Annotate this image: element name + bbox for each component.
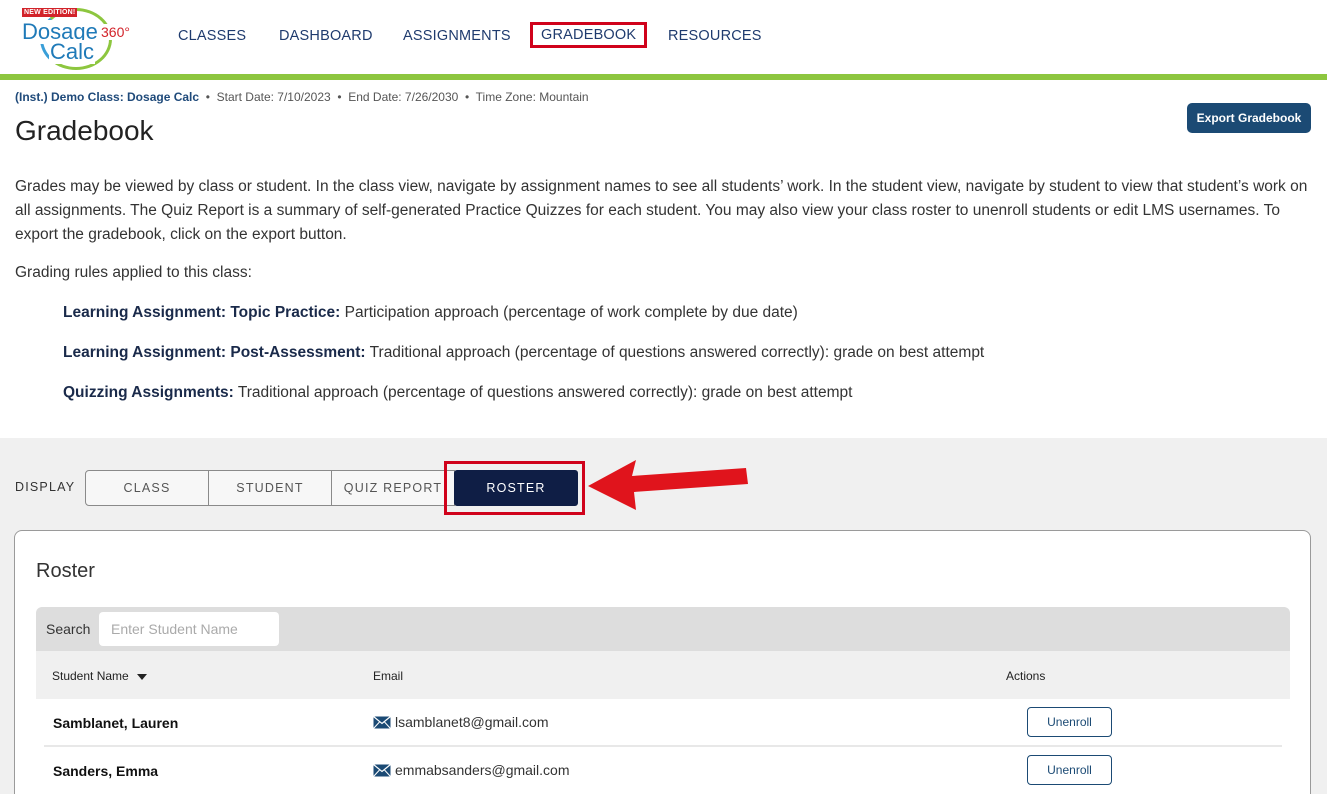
logo-word-360: 360°: [101, 24, 130, 40]
rule-text: Traditional approach (percentage of ques…: [365, 344, 985, 361]
intro-text: Grades may be viewed by class or student…: [15, 178, 1308, 243]
column-header-email: Email: [373, 669, 404, 683]
column-header-actions: Actions: [1006, 669, 1046, 683]
logo-badge: NEW EDITION!: [22, 8, 78, 17]
unenroll-button[interactable]: Unenroll: [1027, 755, 1112, 785]
export-gradebook-button[interactable]: Export Gradebook: [1187, 103, 1311, 133]
meta-separator: •: [465, 90, 470, 104]
class-meta: (Inst.) Demo Class: Dosage Calc • Start …: [15, 90, 589, 104]
grading-rules-heading: Grading rules applied to this class:: [15, 264, 252, 281]
display-tab-student[interactable]: STUDENT: [208, 470, 332, 506]
search-label: Search: [46, 621, 91, 637]
display-label: DISPLAY: [15, 480, 76, 494]
logo-word-calc: Calc: [49, 39, 96, 64]
meta-separator: •: [205, 90, 210, 104]
sort-down-icon[interactable]: [136, 673, 147, 680]
student-email[interactable]: lsamblanet8@gmail.com: [373, 714, 549, 730]
student-name: Sanders, Emma: [53, 763, 159, 779]
unenroll-button[interactable]: Unenroll: [1027, 707, 1112, 737]
rule-text: Participation approach (percentage of wo…: [340, 304, 798, 321]
grading-rule: Learning Assignment: Topic Practice: Par…: [63, 304, 798, 322]
display-tab-class[interactable]: CLASS: [85, 470, 209, 506]
column-header-student-name[interactable]: Student Name: [52, 669, 147, 683]
nav-dashboard[interactable]: DASHBOARD: [279, 28, 373, 44]
rule-label: Quizzing Assignments:: [63, 384, 234, 401]
mail-icon: [373, 715, 391, 729]
rule-label: Learning Assignment: Topic Practice:: [63, 304, 341, 321]
class-name: (Inst.) Demo Class: Dosage Calc: [15, 90, 200, 104]
student-name: Samblanet, Lauren: [53, 715, 179, 731]
display-tab-quiz-report[interactable]: QUIZ REPORT: [331, 470, 455, 506]
rule-label: Learning Assignment: Post-Assessment:: [63, 344, 366, 361]
dosage-calc-logo[interactable]: NEW EDITION! Dosage Calc 360°: [18, 6, 138, 70]
nav-assignments[interactable]: ASSIGNMENTS: [403, 28, 511, 44]
student-search-input[interactable]: [99, 612, 279, 646]
time-zone: Time Zone: Mountain: [475, 90, 589, 104]
start-date: Start Date: 7/10/2023: [216, 90, 331, 104]
student-email[interactable]: emmabsanders@gmail.com: [373, 762, 570, 778]
header-accent-bar: [0, 74, 1327, 80]
column-header-label: Student Name: [52, 669, 129, 683]
roster-highlight-box: [444, 461, 585, 515]
rule-text: Traditional approach (percentage of ques…: [233, 384, 853, 401]
mail-icon: [373, 763, 391, 777]
end-date: End Date: 7/26/2030: [348, 90, 459, 104]
roster-title: Roster: [36, 560, 95, 582]
email-text[interactable]: lsamblanet8@gmail.com: [395, 714, 549, 730]
grading-rule: Learning Assignment: Post-Assessment: Tr…: [63, 344, 984, 362]
red-arrow-icon: [588, 460, 748, 510]
email-text[interactable]: emmabsanders@gmail.com: [395, 762, 570, 778]
nav-gradebook[interactable]: GRADEBOOK: [530, 22, 648, 48]
page-title: Gradebook: [15, 115, 154, 146]
nav-resources[interactable]: RESOURCES: [668, 28, 762, 44]
meta-separator: •: [337, 90, 342, 104]
grading-rule: Quizzing Assignments: Traditional approa…: [63, 384, 852, 402]
nav-classes[interactable]: CLASSES: [178, 28, 246, 44]
roster-table-header: [36, 651, 1290, 699]
